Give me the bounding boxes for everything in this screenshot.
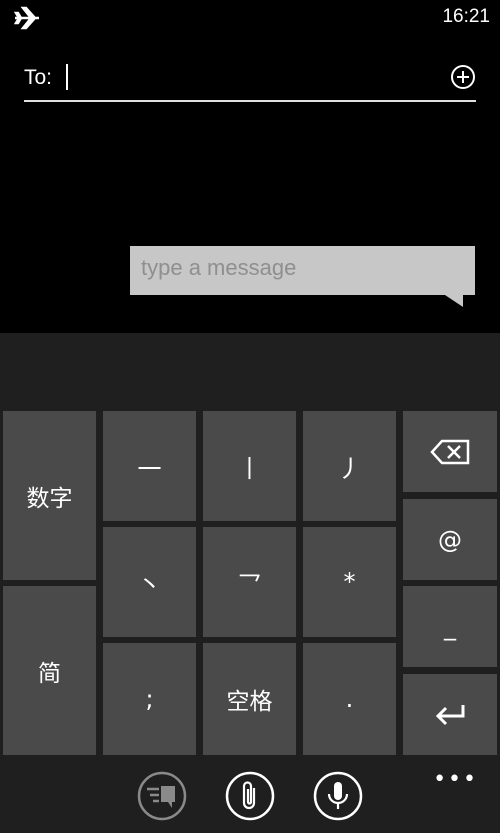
text-caret xyxy=(66,64,68,90)
semicolon-key[interactable]: ; xyxy=(103,643,196,755)
bubble-tail xyxy=(445,295,463,307)
keyboard: 数字 简 一 丨 丿 丶 乛 * ; 空格 . @ _ ••• xyxy=(0,333,500,833)
simplified-mode-key[interactable]: 简 xyxy=(3,586,96,755)
recipient-field[interactable]: To: xyxy=(24,58,476,102)
add-circle-icon[interactable] xyxy=(450,64,476,90)
stroke-dot-key[interactable]: 丶 xyxy=(103,527,196,637)
status-bar: 16:21 xyxy=(0,0,500,36)
space-key[interactable]: 空格 xyxy=(203,643,296,755)
period-key[interactable]: . xyxy=(303,643,396,755)
enter-icon xyxy=(435,704,465,725)
microphone-icon[interactable] xyxy=(313,771,363,821)
enter-key[interactable] xyxy=(403,674,497,755)
airplane-icon xyxy=(14,6,39,30)
stroke-turning-key[interactable]: 乛 xyxy=(203,527,296,637)
backspace-icon xyxy=(430,439,470,464)
clock: 16:21 xyxy=(442,6,490,27)
message-placeholder[interactable]: type a message xyxy=(141,255,296,281)
stroke-left-falling-key[interactable]: 丿 xyxy=(303,411,396,521)
underscore-key[interactable]: _ xyxy=(403,586,497,667)
backspace-key[interactable] xyxy=(403,411,497,492)
numbers-key[interactable]: 数字 xyxy=(3,411,96,580)
attach-icon[interactable] xyxy=(225,771,275,821)
emoticons-icon[interactable] xyxy=(137,771,187,821)
more-options-button[interactable]: ••• xyxy=(433,767,478,792)
at-key[interactable]: @ xyxy=(403,499,497,580)
stroke-vertical-key[interactable]: 丨 xyxy=(203,411,296,521)
to-label: To: xyxy=(24,66,53,89)
message-input-box[interactable]: type a message xyxy=(130,246,475,295)
stroke-horizontal-key[interactable]: 一 xyxy=(103,411,196,521)
wildcard-key[interactable]: * xyxy=(303,527,396,637)
